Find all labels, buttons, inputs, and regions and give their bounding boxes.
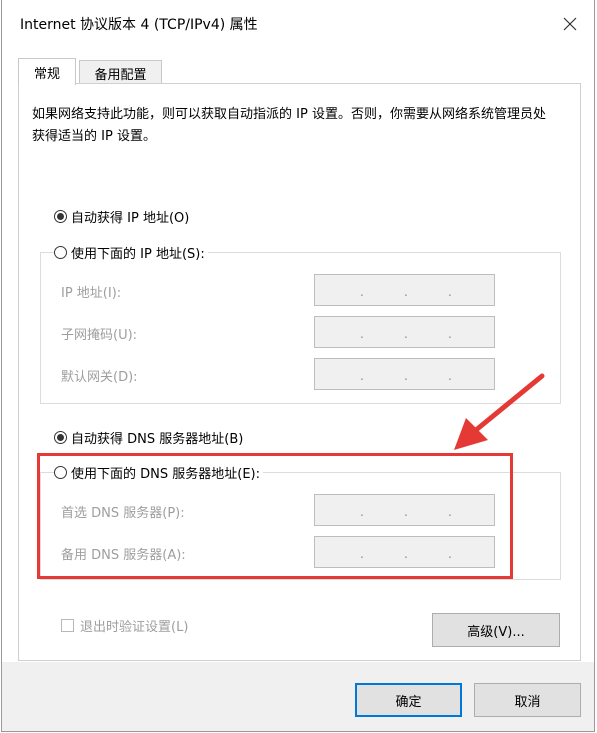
ip-auto-radio[interactable] [54,210,67,223]
ip-manual-label: 使用下面的 IP 地址(S): [71,243,208,262]
ip-dot: . [404,327,408,341]
validate-label: 退出时验证设置(L) [80,620,189,635]
ip-dot: . [404,285,408,299]
ip-auto-option[interactable]: 自动获得 IP 地址(O) [54,207,193,226]
default-gateway-label: 默认网关(D): [61,370,138,385]
tab-general[interactable]: 常规 [18,58,76,85]
validate-option[interactable]: 退出时验证设置(L) [61,616,188,635]
dns-auto-label: 自动获得 DNS 服务器地址(B) [71,428,247,447]
ok-button[interactable]: 确定 [355,683,462,717]
ip-manual-option[interactable]: 使用下面的 IP 地址(S): [54,243,208,262]
ip-address-label: IP 地址(I): [61,286,122,301]
ip-manual-radio[interactable] [54,246,67,259]
close-button[interactable] [556,10,584,38]
ip-dot: . [360,369,364,383]
ip-dot: . [448,285,452,299]
ip-dot: . [360,285,364,299]
ip-address-input[interactable]: . . . [314,274,495,306]
arrow-icon [454,373,545,450]
description-text: 如果网络支持此功能，则可以获取自动指派的 IP 设置。否则，你需要从网络系统管理… [32,107,546,144]
ip-dot: . [448,327,452,341]
validate-checkbox[interactable] [61,619,74,632]
window-title: Internet 协议版本 4 (TCP/IPv4) 属性 [20,17,258,33]
advanced-button[interactable]: 高级(V)... [432,613,560,647]
ip-dot: . [360,327,364,341]
title-bar: Internet 协议版本 4 (TCP/IPv4) 属性 [0,0,597,46]
close-icon [563,17,577,31]
highlight-box [37,453,513,579]
dns-auto-radio[interactable] [54,431,67,444]
ip-dot: . [404,369,408,383]
dns-auto-option[interactable]: 自动获得 DNS 服务器地址(B) [54,428,247,447]
subnet-mask-label: 子网掩码(U): [61,328,138,343]
ip-auto-label: 自动获得 IP 地址(O) [71,207,193,226]
subnet-mask-input[interactable]: . . . [314,316,495,348]
cancel-button[interactable]: 取消 [474,683,581,717]
